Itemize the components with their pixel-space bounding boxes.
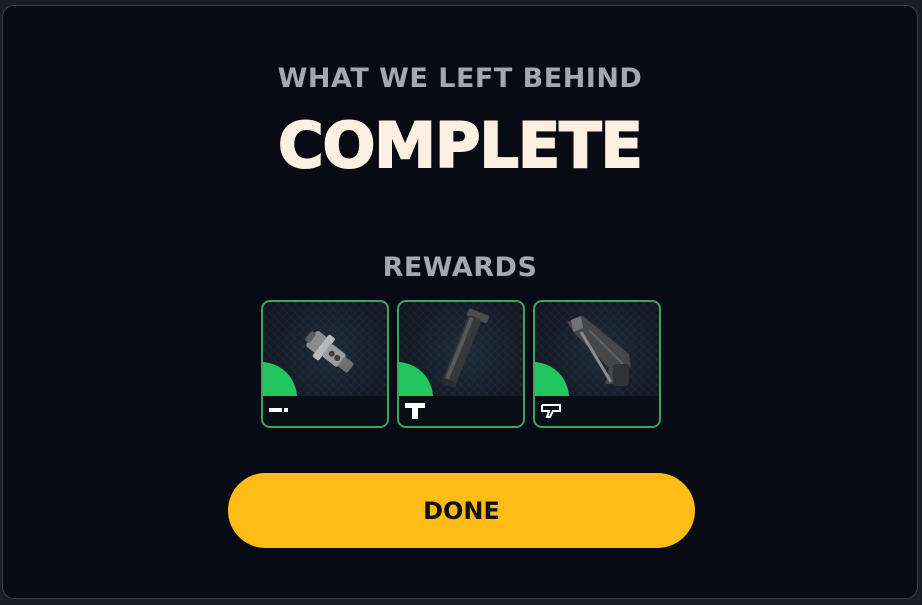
rewards-list xyxy=(261,300,661,428)
stock-attachment-image xyxy=(567,316,631,386)
reward-card-foregrip[interactable] xyxy=(397,300,525,428)
mission-status-title: COMPLETE xyxy=(277,108,644,183)
muzzle-attachment-image xyxy=(305,331,354,373)
foregrip-attachment-image xyxy=(441,308,490,388)
stock-icon xyxy=(541,404,561,418)
grip-icon xyxy=(405,403,425,419)
muzzle-icon xyxy=(269,408,288,412)
mission-name: WHAT WE LEFT BEHIND xyxy=(277,63,643,94)
done-button[interactable]: DONE xyxy=(228,473,695,548)
rewards-heading: REWARDS xyxy=(382,252,538,283)
reward-card-muzzle[interactable] xyxy=(261,300,389,428)
reward-card-stock[interactable] xyxy=(533,300,661,428)
mission-complete-modal: WHAT WE LEFT BEHIND COMPLETE REWARDS DON… xyxy=(2,5,918,599)
